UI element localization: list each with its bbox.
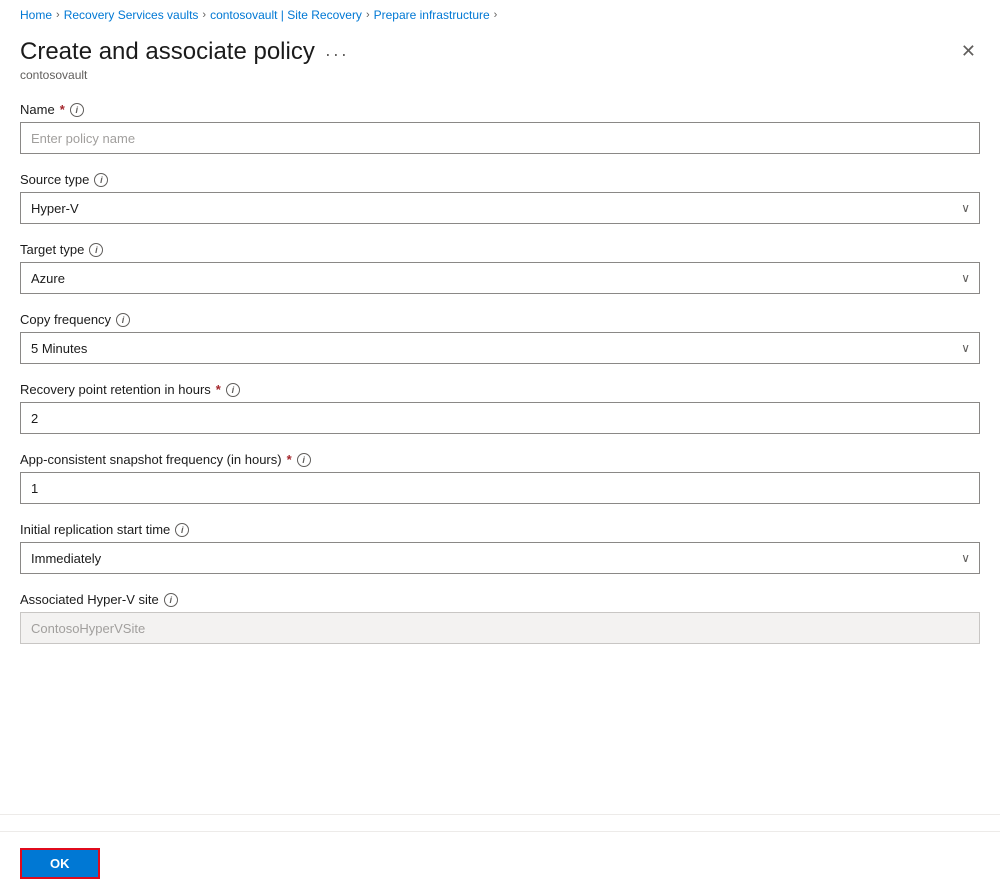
footer-divider [0,814,1000,815]
initial-replication-info-icon[interactable]: i [175,523,189,537]
app-snapshot-info-icon[interactable]: i [297,453,311,467]
breadcrumb-sep-2: › [202,9,206,21]
recovery-retention-group: Recovery point retention in hours * i [20,382,980,434]
ok-button[interactable]: OK [20,848,100,879]
name-info-icon[interactable]: i [70,103,84,117]
source-type-info-icon[interactable]: i [94,173,108,187]
hyperv-site-label: Associated Hyper-V site i [20,592,980,607]
initial-replication-select[interactable]: Immediately Custom time [20,542,980,574]
initial-replication-label: Initial replication start time i [20,522,980,537]
recovery-retention-required: * [216,382,221,397]
copy-frequency-label: Copy frequency i [20,312,980,327]
app-snapshot-required: * [287,452,292,467]
breadcrumb-contosovault[interactable]: contosovault | Site Recovery [210,8,362,22]
target-type-info-icon[interactable]: i [89,243,103,257]
target-type-group: Target type i Azure ∨ [20,242,980,294]
close-button[interactable]: ✕ [957,38,980,64]
form-body: Name * i Source type i Hyper-V VMware/Ph… [0,86,1000,814]
panel-title-row: Create and associate policy ··· [20,38,349,66]
target-type-select-wrapper: Azure ∨ [20,262,980,294]
panel-title: Create and associate policy [20,38,315,66]
target-type-label: Target type i [20,242,980,257]
initial-replication-select-wrapper: Immediately Custom time ∨ [20,542,980,574]
copy-frequency-info-icon[interactable]: i [116,313,130,327]
name-group: Name * i [20,102,980,154]
panel-subtitle: contosovault [20,68,349,82]
breadcrumb-sep-3: › [366,9,370,21]
hyperv-site-info-icon[interactable]: i [164,593,178,607]
recovery-retention-info-icon[interactable]: i [226,383,240,397]
panel-title-area: Create and associate policy ··· contosov… [20,38,349,82]
breadcrumb-sep-4: › [494,9,498,21]
source-type-label: Source type i [20,172,980,187]
name-label: Name * i [20,102,980,117]
initial-replication-group: Initial replication start time i Immedia… [20,522,980,574]
recovery-retention-input[interactable] [20,402,980,434]
breadcrumb-prepare-infra[interactable]: Prepare infrastructure [374,8,490,22]
target-type-select[interactable]: Azure [20,262,980,294]
more-options-icon[interactable]: ··· [325,44,349,65]
source-type-group: Source type i Hyper-V VMware/Physical ∨ [20,172,980,224]
name-input[interactable] [20,122,980,154]
copy-frequency-select-wrapper: 5 Minutes 15 Minutes 30 Minutes 1 Hour ∨ [20,332,980,364]
hyperv-site-input [20,612,980,644]
breadcrumb-recovery-vaults[interactable]: Recovery Services vaults [64,8,199,22]
page-container: Home › Recovery Services vaults › contos… [0,0,1000,895]
source-type-select[interactable]: Hyper-V VMware/Physical [20,192,980,224]
hyperv-site-group: Associated Hyper-V site i [20,592,980,644]
app-snapshot-group: App-consistent snapshot frequency (in ho… [20,452,980,504]
copy-frequency-select[interactable]: 5 Minutes 15 Minutes 30 Minutes 1 Hour [20,332,980,364]
copy-frequency-group: Copy frequency i 5 Minutes 15 Minutes 30… [20,312,980,364]
recovery-retention-label: Recovery point retention in hours * i [20,382,980,397]
app-snapshot-input[interactable] [20,472,980,504]
source-type-select-wrapper: Hyper-V VMware/Physical ∨ [20,192,980,224]
app-snapshot-label: App-consistent snapshot frequency (in ho… [20,452,980,467]
breadcrumb-sep-1: › [56,9,60,21]
name-required: * [60,102,65,117]
panel-header: Create and associate policy ··· contosov… [0,30,1000,86]
breadcrumb: Home › Recovery Services vaults › contos… [0,0,1000,30]
breadcrumb-home[interactable]: Home [20,8,52,22]
footer: OK [0,831,1000,895]
